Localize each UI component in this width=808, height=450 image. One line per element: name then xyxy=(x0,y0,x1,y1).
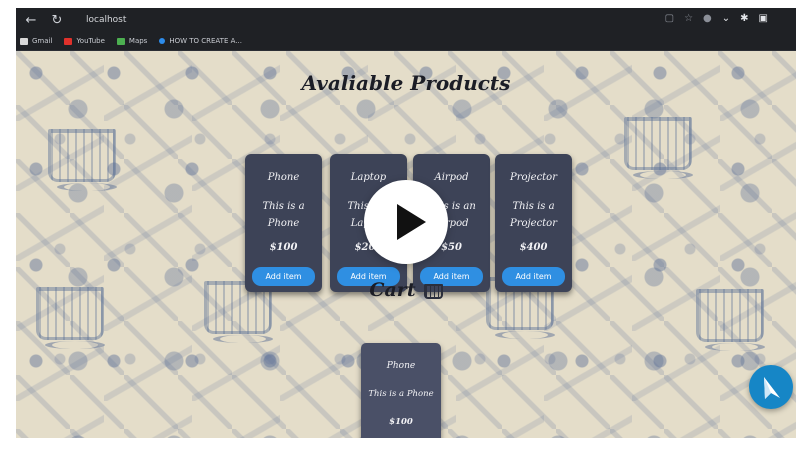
product-description: This is a Projector xyxy=(510,201,557,229)
maps-icon xyxy=(116,37,125,45)
background-cart-icon xyxy=(624,117,693,179)
link-icon xyxy=(159,38,166,44)
browser-toolbar: ← ↻ localhost ▢ ☆ ● ⌄ ✱ ▣ xyxy=(16,8,796,32)
product-price: $400 xyxy=(519,242,548,253)
cart-item-card: Phone This is a Phone $100 xyxy=(361,343,441,438)
product-name: Projector xyxy=(510,172,557,183)
product-card-phone: Phone This is a Phone $100 Add item xyxy=(245,154,322,292)
extension-icon[interactable]: ● xyxy=(703,13,712,24)
bookmark-youtube[interactable]: YouTube xyxy=(64,37,105,45)
bookmarks-bar: Gmail YouTube Maps HOW TO CREATE A... xyxy=(16,32,796,51)
paper-plane-icon xyxy=(764,377,780,399)
youtube-icon xyxy=(64,37,73,45)
reload-icon[interactable]: ↻ xyxy=(46,13,68,28)
cart-heading: Cart xyxy=(16,279,796,301)
bookmark-label: YouTube xyxy=(76,37,105,45)
cart-title: Cart xyxy=(369,279,416,301)
product-description: This is a Phone xyxy=(262,201,305,229)
chevron-down-icon[interactable]: ⌄ xyxy=(722,13,730,24)
play-icon xyxy=(397,204,426,240)
floating-action-button[interactable] xyxy=(749,365,793,409)
bookmark-star-icon[interactable]: ☆ xyxy=(684,13,693,24)
video-play-button[interactable] xyxy=(364,180,448,264)
product-price: $100 xyxy=(269,242,298,253)
bookmark-label: Maps xyxy=(128,37,148,45)
shopping-cart-icon xyxy=(423,283,443,299)
video-frame: ← ↻ localhost ▢ ☆ ● ⌄ ✱ ▣ Gmail YouTube … xyxy=(16,8,796,438)
bookmark-maps[interactable]: Maps xyxy=(116,37,148,45)
share-icon[interactable]: ▢ xyxy=(665,13,674,24)
bookmark-label: HOW TO CREATE A... xyxy=(169,37,242,45)
product-card-projector: Projector This is a Projector $400 Add i… xyxy=(495,154,572,292)
products-title: Avaliable Products xyxy=(301,71,511,95)
cart-item-description: This is a Phone xyxy=(368,389,434,399)
background-cart-icon xyxy=(48,129,117,191)
bookmark-label: Gmail xyxy=(32,37,53,45)
back-arrow-icon[interactable]: ← xyxy=(20,13,42,28)
bookmark-gmail[interactable]: Gmail xyxy=(20,37,52,45)
address-bar[interactable]: localhost xyxy=(86,15,126,25)
cart-item-price: $100 xyxy=(389,417,413,427)
puzzle-icon[interactable]: ✱ xyxy=(740,13,748,24)
cart-item-name: Phone xyxy=(386,361,416,371)
window-icon[interactable]: ▣ xyxy=(759,13,768,24)
bookmark-how-to-create[interactable]: HOW TO CREATE A... xyxy=(159,37,242,45)
product-name: Phone xyxy=(267,172,300,183)
gmail-icon xyxy=(20,37,28,45)
